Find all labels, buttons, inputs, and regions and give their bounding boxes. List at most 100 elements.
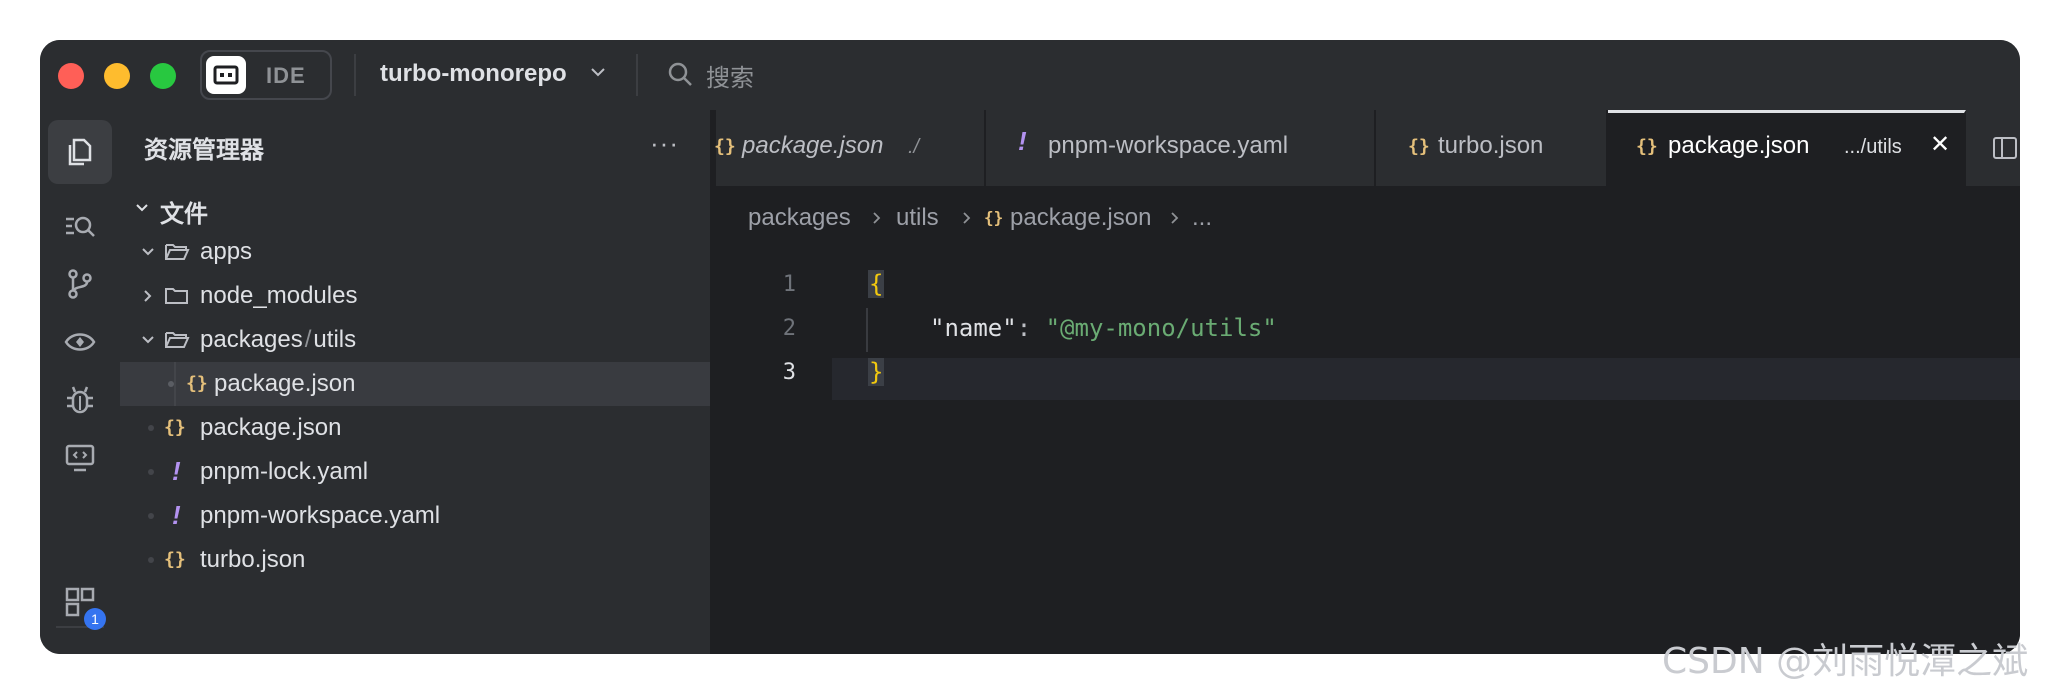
tree-item-label: turbo.json xyxy=(200,546,306,573)
chevron-down-icon xyxy=(142,248,154,256)
tab-bar: {} package.json ./ ! pnpm-workspace.yaml… xyxy=(714,110,2020,186)
remote-icon xyxy=(65,444,95,472)
titlebar-divider xyxy=(354,54,356,96)
tab-root-package-json[interactable]: {} package.json ./ xyxy=(706,110,986,186)
tree-item-label: pnpm-lock.yaml xyxy=(200,458,369,485)
extensions-button[interactable]: 1 xyxy=(48,570,112,634)
current-line-highlight xyxy=(832,358,2020,400)
preview-icon xyxy=(64,333,96,351)
chevron-down-icon xyxy=(136,204,148,212)
tab-pnpm-workspace[interactable]: ! pnpm-workspace.yaml xyxy=(986,110,1376,186)
chevron-right-icon xyxy=(1171,212,1179,224)
folder-open-icon xyxy=(165,244,190,260)
indent-dot xyxy=(168,381,174,387)
tab-label: turbo.json xyxy=(1438,132,1544,159)
explorer-panel: 资源管理器 ··· 文件 apps node_modules packages/… xyxy=(120,110,710,654)
json-file-icon: {} xyxy=(186,373,208,394)
chevron-right-icon xyxy=(963,212,971,224)
source-control-icon xyxy=(68,269,92,299)
yaml-file-icon: ! xyxy=(172,456,181,486)
tab-hint: .../utils xyxy=(1844,136,1902,158)
tab-utils-package-json[interactable]: {} package.json .../utils ✕ xyxy=(1608,110,1966,186)
tab-label: pnpm-workspace.yaml xyxy=(1048,132,1289,159)
more-actions-icon[interactable]: ··· xyxy=(650,128,679,159)
code-editor[interactable]: 1 2 3 { "name": "@my-mono/utils" } xyxy=(716,270,2020,654)
json-file-icon: {} xyxy=(1636,136,1658,157)
json-file-icon: {} xyxy=(164,549,186,570)
debug-button[interactable] xyxy=(48,368,112,432)
close-icon[interactable]: ✕ xyxy=(1930,130,1950,159)
tree-item-root-package-json[interactable]: {} package.json xyxy=(120,406,710,450)
indent-dot xyxy=(148,425,154,431)
preview-button[interactable] xyxy=(48,310,112,374)
search-files-button[interactable] xyxy=(48,194,112,258)
tree-item-utils-package-json[interactable]: {} package.json xyxy=(120,362,710,406)
tree-item-label: node_modules xyxy=(200,282,358,309)
json-string-value: "@my-mono/utils" xyxy=(1045,314,1277,342)
tree-item-apps[interactable]: apps xyxy=(120,230,710,274)
json-colon: : xyxy=(1016,314,1046,342)
title-bar: IDE turbo-monorepo 搜索 xyxy=(40,40,2020,110)
ide-logo-icon xyxy=(206,56,246,94)
minimize-window-button[interactable] xyxy=(104,63,130,89)
indent-dot xyxy=(148,513,154,519)
code-line: { xyxy=(868,270,885,298)
folder-open-icon xyxy=(165,332,190,348)
tab-label: package.json xyxy=(1668,132,1810,159)
maximize-window-button[interactable] xyxy=(150,63,176,89)
remote-button[interactable] xyxy=(48,426,112,490)
line-number: 1 xyxy=(782,272,796,297)
breadcrumb-item[interactable]: package.json xyxy=(1010,204,1151,232)
tab-label: package.json xyxy=(742,132,884,159)
yaml-file-icon: ! xyxy=(172,500,181,530)
files-section-label: 文件 xyxy=(160,201,208,228)
watermark: CSDN @刘雨悦潭之斌 xyxy=(1662,641,2029,682)
debug-icon xyxy=(67,386,93,414)
breadcrumb-item[interactable]: utils xyxy=(896,204,939,232)
search-input[interactable]: 搜索 xyxy=(706,58,754,93)
close-brace: } xyxy=(868,358,885,386)
files-section-header[interactable]: 文件 xyxy=(120,186,710,230)
source-control-button[interactable] xyxy=(48,252,112,316)
chevron-down-icon[interactable] xyxy=(588,62,608,82)
tree-item-pnpm-lock[interactable]: ! pnpm-lock.yaml xyxy=(120,450,710,494)
editor-area: {} package.json ./ ! pnpm-workspace.yaml… xyxy=(714,110,2020,654)
explorer-title: 资源管理器 xyxy=(144,137,264,164)
code-line: "name": "@my-mono/utils" xyxy=(930,314,1277,342)
tree-item-label: pnpm-workspace.yaml xyxy=(200,502,441,529)
indent-guide xyxy=(174,362,176,406)
explorer-button[interactable] xyxy=(48,120,112,184)
ide-switch-button[interactable]: IDE xyxy=(200,50,332,100)
path-separator: / xyxy=(304,326,312,353)
split-editor-icon[interactable] xyxy=(1992,136,2018,160)
tab-hint: ./ xyxy=(908,136,920,158)
folder-icon xyxy=(165,288,188,304)
yaml-file-icon: ! xyxy=(1018,126,1027,156)
tree-item-node-modules[interactable]: node_modules xyxy=(120,274,710,318)
search-files-icon xyxy=(66,216,95,237)
json-file-icon: {} xyxy=(984,208,1004,227)
tree-item-turbo-json[interactable]: {} turbo.json xyxy=(120,538,710,582)
line-number: 2 xyxy=(782,316,796,341)
tree-item-label: package.json xyxy=(200,414,342,441)
indent-dot xyxy=(148,469,154,475)
tree-item-label: apps xyxy=(200,238,253,265)
tree-item-pnpm-workspace[interactable]: ! pnpm-workspace.yaml xyxy=(120,494,710,538)
open-brace: { xyxy=(868,270,885,298)
chevron-down-icon xyxy=(142,336,154,344)
close-window-button[interactable] xyxy=(58,63,84,89)
project-selector[interactable]: turbo-monorepo xyxy=(380,60,567,88)
indent-guide xyxy=(866,308,868,352)
explorer-icon xyxy=(68,138,92,166)
chevron-right-icon xyxy=(144,290,152,302)
code-line: } xyxy=(868,358,885,386)
json-key: "name" xyxy=(930,314,1017,342)
search-icon[interactable] xyxy=(666,60,694,88)
json-file-icon: {} xyxy=(714,136,736,157)
breadcrumb-item[interactable]: packages xyxy=(748,204,851,232)
tree-item-packages-utils[interactable]: packages/utils xyxy=(120,318,710,362)
chevron-right-icon xyxy=(873,212,881,224)
tab-turbo-json[interactable]: {} turbo.json xyxy=(1376,110,1608,186)
breadcrumb-item[interactable]: ... xyxy=(1192,204,1212,232)
titlebar-divider xyxy=(636,54,638,96)
